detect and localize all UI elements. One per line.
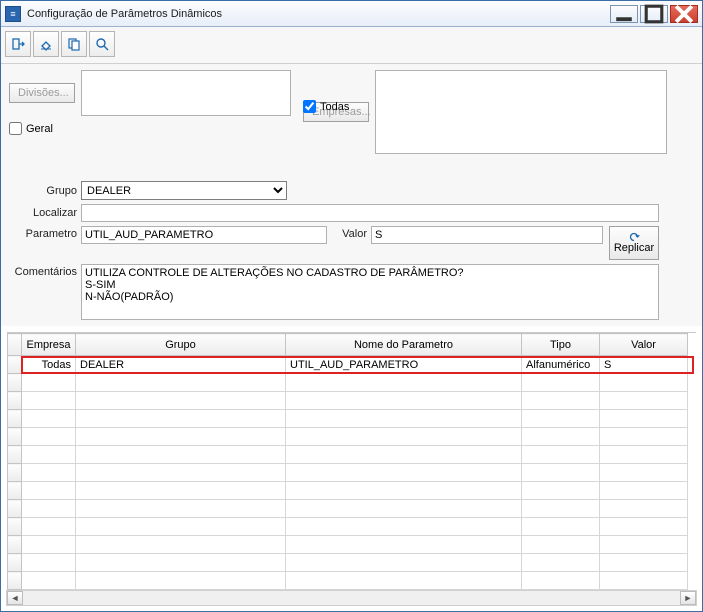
geral-label: Geral: [26, 123, 53, 135]
table-row[interactable]: [8, 374, 688, 392]
table-row[interactable]: [8, 392, 688, 410]
horizontal-scrollbar[interactable]: ◄ ►: [6, 590, 697, 606]
col-empresa[interactable]: Empresa: [22, 334, 76, 356]
table-row[interactable]: [8, 536, 688, 554]
col-nome[interactable]: Nome do Parametro: [286, 334, 522, 356]
scroll-left-icon[interactable]: ◄: [7, 591, 23, 605]
close-button[interactable]: [670, 5, 698, 23]
grupo-label: Grupo: [9, 185, 81, 197]
localizar-label: Localizar: [9, 207, 81, 219]
window-title: Configuração de Parâmetros Dinâmicos: [27, 8, 610, 20]
parametro-input[interactable]: [81, 226, 327, 244]
table-row[interactable]: [8, 572, 688, 590]
todas-checkbox[interactable]: [303, 100, 316, 113]
titlebar: ≡ Configuração de Parâmetros Dinâmicos: [1, 1, 702, 27]
col-tipo[interactable]: Tipo: [522, 334, 600, 356]
valor-input[interactable]: [371, 226, 603, 244]
grid-header-row: Empresa Grupo Nome do Parametro Tipo Val…: [8, 334, 688, 356]
localizar-input[interactable]: [81, 204, 659, 222]
table-row[interactable]: TodasDEALERUTIL_AUD_PARAMETROAlfanuméric…: [8, 356, 688, 374]
table-row[interactable]: [8, 464, 688, 482]
undo-icon: [627, 232, 641, 242]
col-valor[interactable]: Valor: [600, 334, 688, 356]
replicar-button[interactable]: Replicar: [609, 226, 659, 260]
parametro-label: Parametro: [9, 226, 81, 240]
grid-area: Empresa Grupo Nome do Parametro Tipo Val…: [7, 332, 696, 590]
table-row[interactable]: [8, 410, 688, 428]
export-icon[interactable]: [5, 31, 31, 57]
replicar-label: Replicar: [614, 242, 654, 254]
form-area: Divisões... Geral Empresas... Todas: [1, 64, 702, 326]
erase-icon[interactable]: [33, 31, 59, 57]
col-grupo[interactable]: Grupo: [76, 334, 286, 356]
minimize-button[interactable]: [610, 5, 638, 23]
parameters-grid[interactable]: Empresa Grupo Nome do Parametro Tipo Val…: [7, 333, 688, 590]
table-row[interactable]: [8, 428, 688, 446]
geral-checkbox[interactable]: [9, 122, 22, 135]
table-row[interactable]: [8, 446, 688, 464]
grupo-select[interactable]: DEALER: [81, 181, 287, 200]
scroll-right-icon[interactable]: ►: [680, 591, 696, 605]
table-row[interactable]: [8, 500, 688, 518]
app-icon: ≡: [5, 6, 21, 22]
valor-label: Valor: [327, 226, 371, 240]
toolbar: [1, 27, 702, 64]
comentarios-label: Comentários: [9, 264, 81, 278]
table-row[interactable]: [8, 482, 688, 500]
table-row[interactable]: [8, 554, 688, 572]
copy-icon[interactable]: [61, 31, 87, 57]
comentarios-textarea[interactable]: [81, 264, 659, 320]
search-icon[interactable]: [89, 31, 115, 57]
maximize-button[interactable]: [640, 5, 668, 23]
divisoes-button[interactable]: Divisões...: [9, 83, 75, 103]
divisoes-textarea[interactable]: [81, 70, 291, 116]
todas-label: Todas: [320, 101, 349, 113]
table-row[interactable]: [8, 518, 688, 536]
